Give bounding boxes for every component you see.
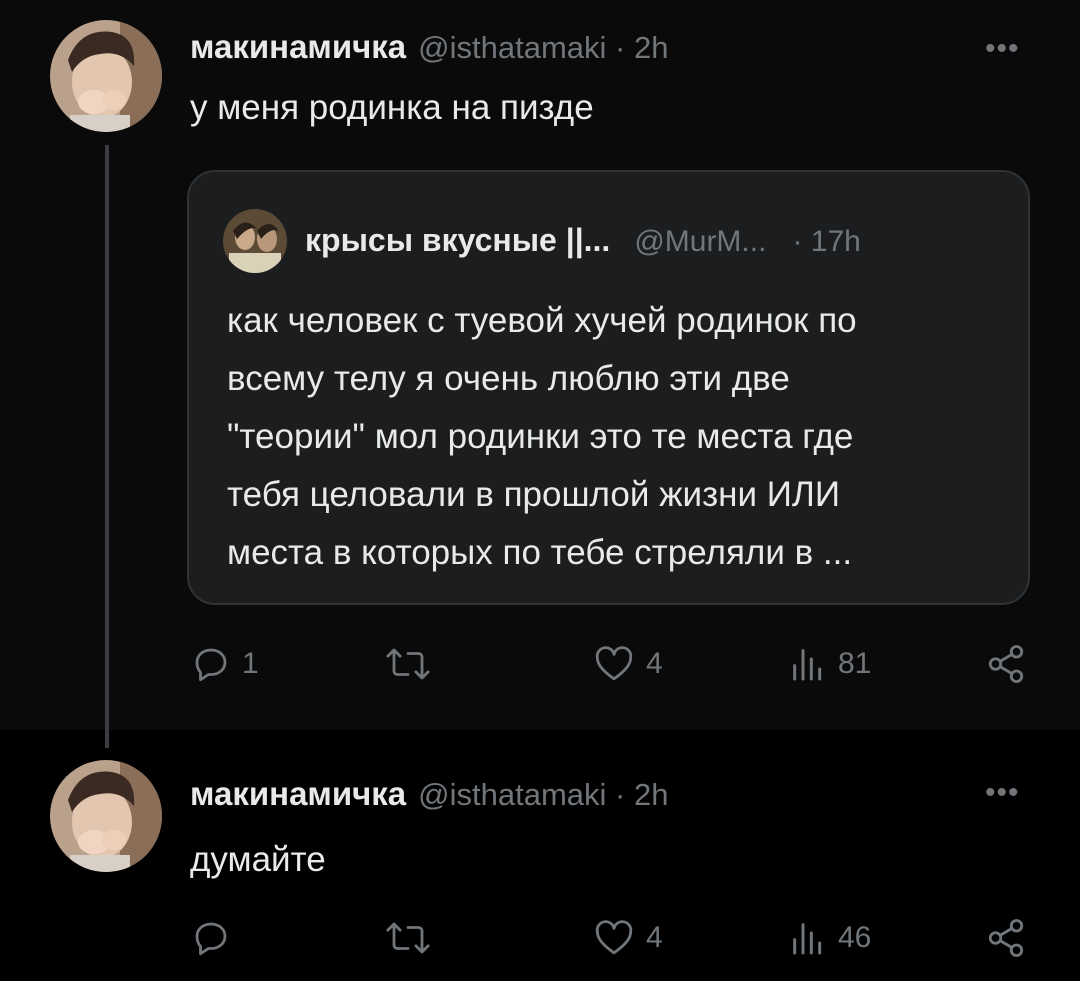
post-actions: 1 4 81 (0, 643, 1080, 693)
quoted-text-line: всему телу я очень люблю эти две (227, 359, 790, 398)
views-icon (793, 923, 822, 955)
quoted-author-handle[interactable]: @MurM... (634, 225, 766, 259)
repost-button[interactable] (385, 917, 441, 959)
like-count: 4 (646, 921, 663, 954)
share-icon (988, 645, 1024, 683)
reply-icon (195, 648, 227, 682)
avatar-image (50, 20, 162, 132)
views-count: 81 (838, 647, 872, 680)
reply-button[interactable] (190, 917, 242, 959)
more-icon[interactable]: ••• (985, 778, 1020, 808)
reply-count: 1 (242, 647, 259, 680)
quoted-time: · 17h (792, 225, 861, 258)
views-button[interactable]: 81 (788, 643, 871, 685)
like-button[interactable]: 4 (592, 917, 663, 959)
author-name[interactable]: макинамичка (190, 775, 406, 813)
author-handle-time[interactable]: @isthatamaki · 2h (418, 30, 668, 66)
share-icon (988, 919, 1024, 957)
post-header: макинамичка @isthatamaki · 2h (190, 775, 668, 813)
avatar-image (50, 760, 162, 872)
author-name[interactable]: макинамичка (190, 28, 406, 66)
like-count: 4 (646, 647, 663, 680)
quoted-header: крысы вкусные ||... @MurM... · 17h (305, 222, 861, 259)
avatar[interactable] (50, 760, 162, 872)
reply-icon (195, 922, 227, 956)
quoted-text-line: тебя целовали в прошлой жизни ИЛИ (227, 475, 840, 514)
more-icon[interactable]: ••• (985, 34, 1020, 64)
quoted-avatar (223, 209, 287, 273)
quoted-text-line: "теории" мол родинки это те места где (227, 417, 854, 456)
reply-button[interactable]: 1 (190, 643, 259, 685)
like-icon (595, 920, 633, 955)
repost-icon (386, 648, 430, 680)
share-button[interactable] (985, 917, 1027, 959)
quoted-post[interactable]: крысы вкусные ||... @MurM... · 17h как ч… (187, 170, 1030, 605)
post-actions: 4 46 (0, 917, 1080, 967)
avatar[interactable] (50, 20, 162, 132)
quoted-author-name[interactable]: крысы вкусные ||... (305, 222, 610, 259)
post-text: думайте (190, 840, 326, 879)
post-header: макинамичка @isthatamaki · 2h (190, 28, 668, 66)
like-icon (595, 646, 633, 681)
share-button[interactable] (985, 643, 1027, 685)
quoted-text-line: места в которых по тебе стреляли в ... (227, 533, 853, 572)
repost-button[interactable] (385, 643, 441, 685)
post-text: у меня родинка на пизде (190, 88, 594, 127)
quoted-text: как человек с туевой хучей родинок по вс… (227, 292, 1007, 582)
author-handle-time[interactable]: @isthatamaki · 2h (418, 777, 668, 813)
quoted-text-line: как человек с туевой хучей родинок по (227, 301, 857, 340)
views-icon (793, 649, 822, 681)
repost-icon (386, 922, 430, 954)
like-button[interactable]: 4 (592, 643, 663, 685)
quoted-avatar-image (223, 209, 287, 273)
views-count: 46 (838, 921, 872, 954)
views-button[interactable]: 46 (788, 917, 871, 959)
